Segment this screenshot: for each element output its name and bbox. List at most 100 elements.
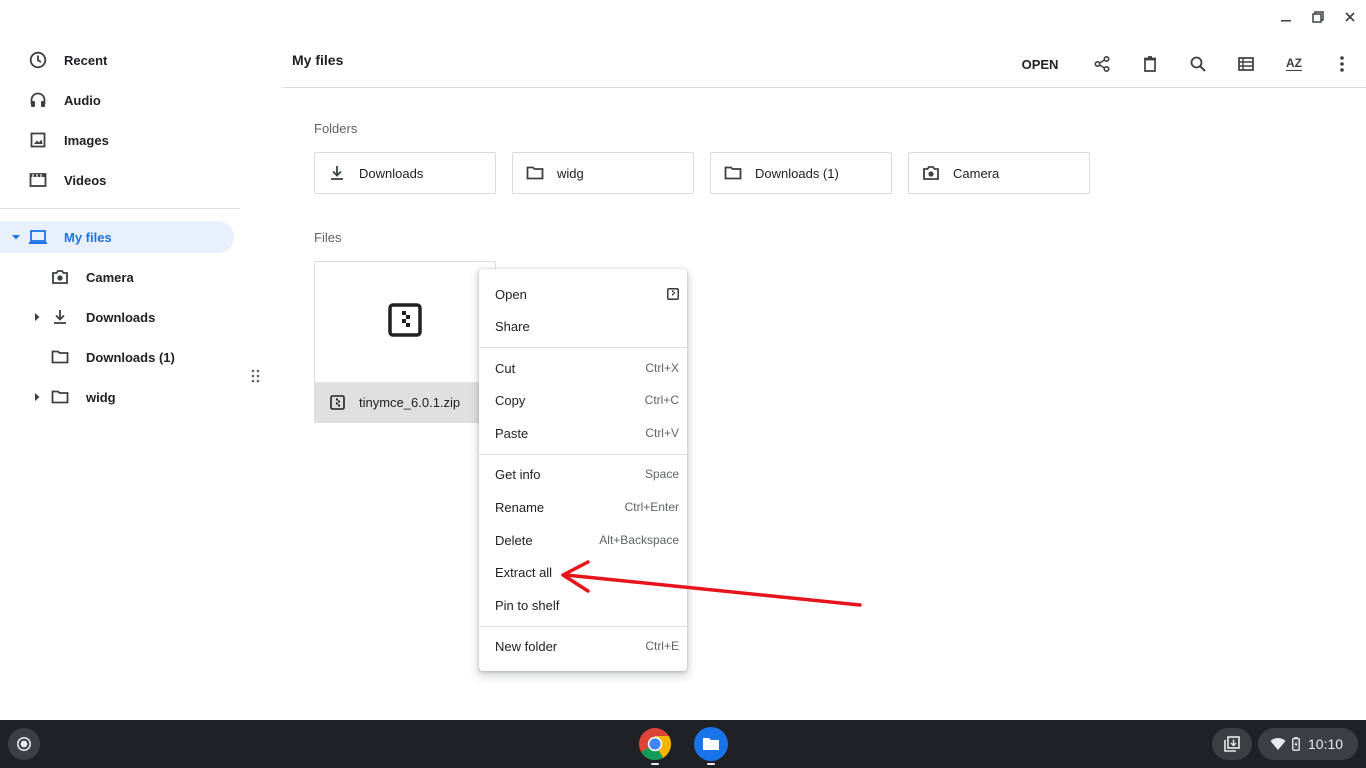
menu-item-open[interactable]: Open [479,278,687,310]
sidebar-item-label: Audio [64,92,101,108]
sort-az-icon: AZ [1286,56,1302,71]
more-options-icon[interactable] [1326,48,1358,80]
sidebar-item-label: My files [64,229,112,245]
share-icon[interactable] [1086,48,1118,80]
menu-item-cut[interactable]: Cut Ctrl+X [479,352,687,384]
sidebar-item-label: Downloads (1) [86,349,175,365]
sidebar-item-label: Camera [86,269,134,285]
menu-item-paste[interactable]: Paste Ctrl+V [479,417,687,449]
files-app-window: Recent Audio Images Videos My files Came… [0,0,1366,720]
menu-item-share[interactable]: Share [479,310,687,342]
camera-icon [50,267,70,287]
menu-divider [479,347,687,348]
menu-item-label: Open [495,286,527,302]
sidebar-item-label: Images [64,132,109,148]
folder-name: Downloads (1) [755,165,839,181]
launcher-button[interactable] [8,728,40,760]
sidebar-item-audio[interactable]: Audio [28,80,101,120]
menu-item-shortcut: Ctrl+C [644,393,679,407]
sidebar-item-label: Videos [64,172,107,188]
launcher-icon [16,736,32,752]
sidebar-item-camera[interactable]: Camera [50,257,134,297]
file-name-bar: tinymce_6.0.1.zip [315,382,495,422]
menu-item-shortcut: Space [644,467,679,481]
film-icon [28,170,48,190]
sidebar-resize-handle[interactable] [250,368,262,384]
caret-down-icon[interactable] [10,232,22,242]
folder-name: Camera [953,165,1000,181]
menu-item-get-info[interactable]: Get info Space [479,458,687,490]
sidebar-item-label: Recent [64,52,108,68]
running-indicator [707,763,715,765]
menu-item-label: Rename [495,499,545,515]
page-title: My files [292,52,344,68]
menu-divider [479,626,687,627]
search-icon[interactable] [1182,48,1214,80]
folder-icon [50,347,70,367]
sidebar-item-widg[interactable]: widg [32,377,116,417]
menu-item-delete[interactable]: Delete Alt+Backspace [479,524,687,556]
chrome-icon[interactable] [638,727,672,761]
folder-icon [723,163,743,183]
folder-card-downloads[interactable]: Downloads [314,152,496,194]
sidebar-item-label: Downloads [86,309,156,325]
camera-icon [921,163,941,183]
menu-item-label: Share [495,318,530,334]
sidebar-item-videos[interactable]: Videos [28,160,106,200]
folder-icon [50,387,70,407]
open-button[interactable]: OPEN [1014,48,1066,80]
sidebar-item-downloads-1[interactable]: Downloads (1) [50,337,175,377]
menu-item-extract-all[interactable]: Extract all [479,556,687,588]
menu-divider [479,454,687,455]
menu-item-label: Extract all [495,564,553,580]
folder-card-widg[interactable]: widg [512,152,694,194]
files-app-icon[interactable] [694,727,728,761]
caret-right-icon[interactable] [32,392,42,402]
file-thumbnail [315,262,495,382]
folder-icon [525,163,545,183]
context-menu: Open Share Cut Ctrl+X Copy Ctrl+C Paste … [479,269,687,671]
menu-item-new-folder[interactable]: New folder Ctrl+E [479,630,687,662]
image-icon [28,130,48,150]
sidebar-item-downloads[interactable]: Downloads [32,297,155,337]
download-icon [327,163,347,183]
download-icon [50,307,70,327]
holding-space-button[interactable] [1212,728,1252,760]
trash-icon[interactable] [1134,48,1166,80]
file-name: tinymce_6.0.1.zip [359,395,461,410]
wifi-icon [1270,737,1286,751]
folders-section-label: Folders [314,121,358,136]
menu-item-shortcut: Ctrl+X [645,361,679,375]
list-view-icon[interactable] [1230,48,1262,80]
menu-item-label: Get info [495,466,541,482]
sort-az-button[interactable]: AZ [1278,48,1310,80]
menu-item-label: Cut [495,360,516,376]
folder-card-downloads-1[interactable]: Downloads (1) [710,152,892,194]
sidebar-item-images[interactable]: Images [28,120,109,160]
folder-name: Downloads [359,165,424,181]
menu-item-shortcut: Alt+Backspace [599,533,679,547]
sidebar-divider [0,208,240,209]
menu-item-shortcut: Ctrl+E [645,639,679,653]
file-card-tinymce[interactable]: tinymce_6.0.1.zip [314,261,496,423]
menu-item-rename[interactable]: Rename Ctrl+Enter [479,491,687,523]
status-area[interactable]: 10:10 [1258,728,1358,760]
sidebar-item-recent[interactable]: Recent [28,40,107,80]
clock: 10:10 [1308,736,1344,752]
sidebar: Recent Audio Images Videos My files Came… [0,40,240,720]
menu-item-copy[interactable]: Copy Ctrl+C [479,384,687,416]
menu-item-label: Paste [495,425,529,441]
maximize-icon[interactable] [1309,8,1327,26]
sidebar-item-my-files[interactable]: My files [10,217,112,257]
menu-item-label: New folder [495,638,558,654]
holding-space-icon [1223,735,1241,753]
zip-icon [330,395,346,411]
menu-item-pin-to-shelf[interactable]: Pin to shelf [479,589,687,621]
folder-card-camera[interactable]: Camera [908,152,1090,194]
caret-right-icon[interactable] [32,312,42,322]
toolbar: My files OPEN AZ [282,40,1366,88]
close-icon[interactable] [1341,8,1359,26]
minimize-icon[interactable] [1277,8,1295,26]
laptop-icon [28,227,48,247]
clock-icon [28,50,48,70]
